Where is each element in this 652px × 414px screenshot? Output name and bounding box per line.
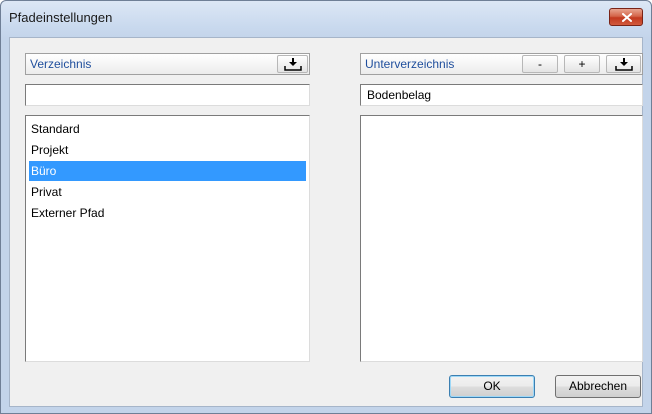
list-item[interactable]: Standard — [29, 119, 306, 139]
verzeichnis-header-label: Verzeichnis — [30, 57, 92, 71]
unterverzeichnis-header: Unterverzeichnis - + — [360, 53, 643, 75]
close-button[interactable] — [609, 8, 643, 26]
list-item[interactable]: Büro — [29, 161, 306, 181]
add-subdirectory-button[interactable]: + — [564, 55, 600, 73]
close-icon — [622, 13, 632, 22]
tray-download-icon — [284, 58, 302, 71]
title-bar[interactable]: Pfadeinstellungen — [1, 1, 651, 31]
ok-button[interactable]: OK — [449, 375, 535, 398]
tray-download-icon — [615, 58, 633, 71]
unterverzeichnis-header-label: Unterverzeichnis — [365, 57, 455, 71]
verzeichnis-input[interactable] — [25, 84, 310, 106]
unterverzeichnis-input[interactable]: Bodenbelag — [360, 84, 643, 106]
remove-subdirectory-button[interactable]: - — [522, 55, 558, 73]
dialog-client-area: Verzeichnis Standard Projekt Büro Privat Ext… — [9, 37, 643, 407]
verzeichnis-list[interactable]: Standard Projekt Büro Privat Externer Pfad — [25, 115, 310, 362]
verzeichnis-import-button[interactable] — [277, 55, 308, 73]
window-title: Pfadeinstellungen — [9, 10, 113, 25]
list-item[interactable]: Projekt — [29, 140, 306, 160]
verzeichnis-header: Verzeichnis — [25, 53, 310, 75]
cancel-button[interactable]: Abbrechen — [555, 375, 641, 398]
dialog-window: Pfadeinstellungen Verzeichnis Standard Pr… — [0, 0, 652, 414]
unterverzeichnis-import-button[interactable] — [606, 55, 641, 73]
unterverzeichnis-list[interactable] — [360, 115, 643, 362]
list-item[interactable]: Privat — [29, 182, 306, 202]
list-item[interactable]: Externer Pfad — [29, 203, 306, 223]
